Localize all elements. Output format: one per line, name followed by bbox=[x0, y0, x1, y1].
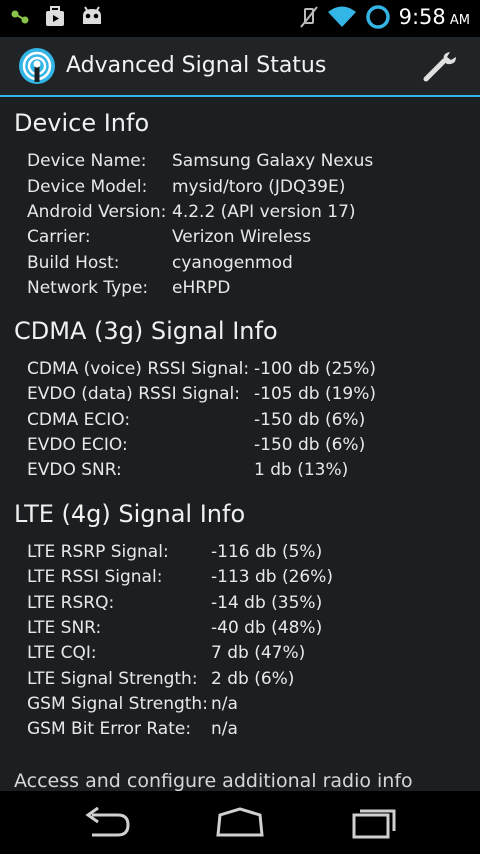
vibrate-off-icon bbox=[299, 6, 318, 28]
configure-radio-info-link[interactable]: Access and configure additional radio in… bbox=[14, 770, 413, 791]
row-label: Android Version: bbox=[27, 202, 167, 222]
row-value: mysid/toro (JDQ39E) bbox=[172, 177, 346, 197]
row-label: LTE RSSI Signal: bbox=[27, 567, 163, 587]
row-label: Device Model: bbox=[27, 177, 148, 197]
row-label: EVDO ECIO: bbox=[27, 435, 128, 455]
row-value: -14 db (35%) bbox=[211, 593, 323, 613]
device-name-row: Device Name: Samsung Galaxy Nexus bbox=[27, 151, 373, 171]
row-value: 4.2.2 (API version 17) bbox=[172, 202, 356, 222]
back-icon[interactable] bbox=[78, 805, 138, 841]
row-label: Device Name: bbox=[27, 151, 147, 171]
row-value: -113 db (26%) bbox=[211, 567, 334, 587]
section-title-lte-info: LTE (4g) Signal Info bbox=[14, 500, 246, 528]
row-value: eHRPD bbox=[172, 278, 231, 298]
row-label: EVDO (data) RSSI Signal: bbox=[27, 384, 240, 404]
navigation-bar bbox=[0, 791, 480, 854]
row-value: cyanogenmod bbox=[172, 253, 293, 273]
row-label: LTE RSRQ: bbox=[27, 593, 115, 613]
gsm-signal-strength-row: GSM Signal Strength: n/a bbox=[27, 694, 238, 714]
row-value: n/a bbox=[211, 694, 238, 714]
evdo-rssi-row: EVDO (data) RSSI Signal: -105 db (19%) bbox=[27, 384, 376, 404]
cdma-rssi-row: CDMA (voice) RSSI Signal: -100 db (25%) bbox=[27, 359, 376, 379]
signal-info-list[interactable]: Device Info Device Name: Samsung Galaxy … bbox=[0, 97, 480, 791]
app-logo-icon[interactable] bbox=[18, 47, 56, 85]
row-value: -150 db (6%) bbox=[254, 410, 366, 430]
lte-rsrp-row: LTE RSRP Signal: -116 db (5%) bbox=[27, 542, 322, 562]
voicemail-icon bbox=[11, 10, 29, 24]
row-label: LTE CQI: bbox=[27, 643, 97, 663]
wrench-icon[interactable] bbox=[422, 49, 462, 83]
lte-rssi-row: LTE RSSI Signal: -113 db (26%) bbox=[27, 567, 333, 587]
lte-snr-row: LTE SNR: -40 db (48%) bbox=[27, 618, 322, 638]
row-label: GSM Bit Error Rate: bbox=[27, 719, 192, 739]
home-icon[interactable] bbox=[210, 805, 270, 841]
row-label: CDMA ECIO: bbox=[27, 410, 131, 430]
cdma-ecio-row: CDMA ECIO: -150 db (6%) bbox=[27, 410, 365, 430]
gsm-bit-error-rate-row: GSM Bit Error Rate: n/a bbox=[27, 719, 238, 739]
row-label: Build Host: bbox=[27, 253, 120, 273]
clock: 9:58 AM bbox=[399, 5, 470, 29]
ring-icon bbox=[365, 5, 390, 29]
app-title: Advanced Signal Status bbox=[66, 53, 327, 78]
android-version-row: Android Version: 4.2.2 (API version 17) bbox=[27, 202, 356, 222]
row-value: -105 db (19%) bbox=[254, 384, 377, 404]
lte-rsrq-row: LTE RSRQ: -14 db (35%) bbox=[27, 593, 322, 613]
row-label: Network Type: bbox=[27, 278, 149, 298]
row-value: Verizon Wireless bbox=[172, 227, 312, 247]
row-label: Carrier: bbox=[27, 227, 91, 247]
clock-ampm: AM bbox=[449, 13, 470, 28]
row-value: 7 db (47%) bbox=[211, 643, 306, 663]
action-bar: Advanced Signal Status bbox=[0, 37, 480, 97]
evdo-snr-row: EVDO SNR: 1 db (13%) bbox=[27, 460, 348, 480]
row-value: Samsung Galaxy Nexus bbox=[172, 151, 374, 171]
row-value: -116 db (5%) bbox=[211, 542, 323, 562]
clock-time: 9:58 bbox=[398, 5, 446, 29]
carrier-row: Carrier: Verizon Wireless bbox=[27, 227, 311, 247]
row-label: GSM Signal Strength: bbox=[27, 694, 208, 714]
row-label: EVDO SNR: bbox=[27, 460, 122, 480]
row-label: LTE Signal Strength: bbox=[27, 669, 198, 689]
status-bar: 9:58 AM bbox=[0, 0, 480, 37]
lte-signal-strength-row: LTE Signal Strength: 2 db (6%) bbox=[27, 669, 294, 689]
row-value: -40 db (48%) bbox=[211, 618, 323, 638]
play-store-icon bbox=[46, 6, 64, 26]
evdo-ecio-row: EVDO ECIO: -150 db (6%) bbox=[27, 435, 365, 455]
android-icon bbox=[83, 6, 101, 24]
lte-cqi-row: LTE CQI: 7 db (47%) bbox=[27, 643, 305, 663]
section-title-cdma-info: CDMA (3g) Signal Info bbox=[14, 317, 278, 345]
row-label: LTE RSRP Signal: bbox=[27, 542, 169, 562]
row-label: LTE SNR: bbox=[27, 618, 102, 638]
row-value: -100 db (25%) bbox=[254, 359, 377, 379]
device-model-row: Device Model: mysid/toro (JDQ39E) bbox=[27, 177, 345, 197]
wifi-icon bbox=[327, 6, 356, 27]
row-value: 2 db (6%) bbox=[211, 669, 295, 689]
row-value: -150 db (6%) bbox=[254, 435, 366, 455]
build-host-row: Build Host: cyanogenmod bbox=[27, 253, 293, 273]
recents-icon[interactable] bbox=[344, 805, 404, 841]
row-value: n/a bbox=[211, 719, 238, 739]
row-value: 1 db (13%) bbox=[254, 460, 349, 480]
row-label: CDMA (voice) RSSI Signal: bbox=[27, 359, 250, 379]
network-type-row: Network Type: eHRPD bbox=[27, 278, 230, 298]
section-title-device-info: Device Info bbox=[14, 109, 150, 137]
